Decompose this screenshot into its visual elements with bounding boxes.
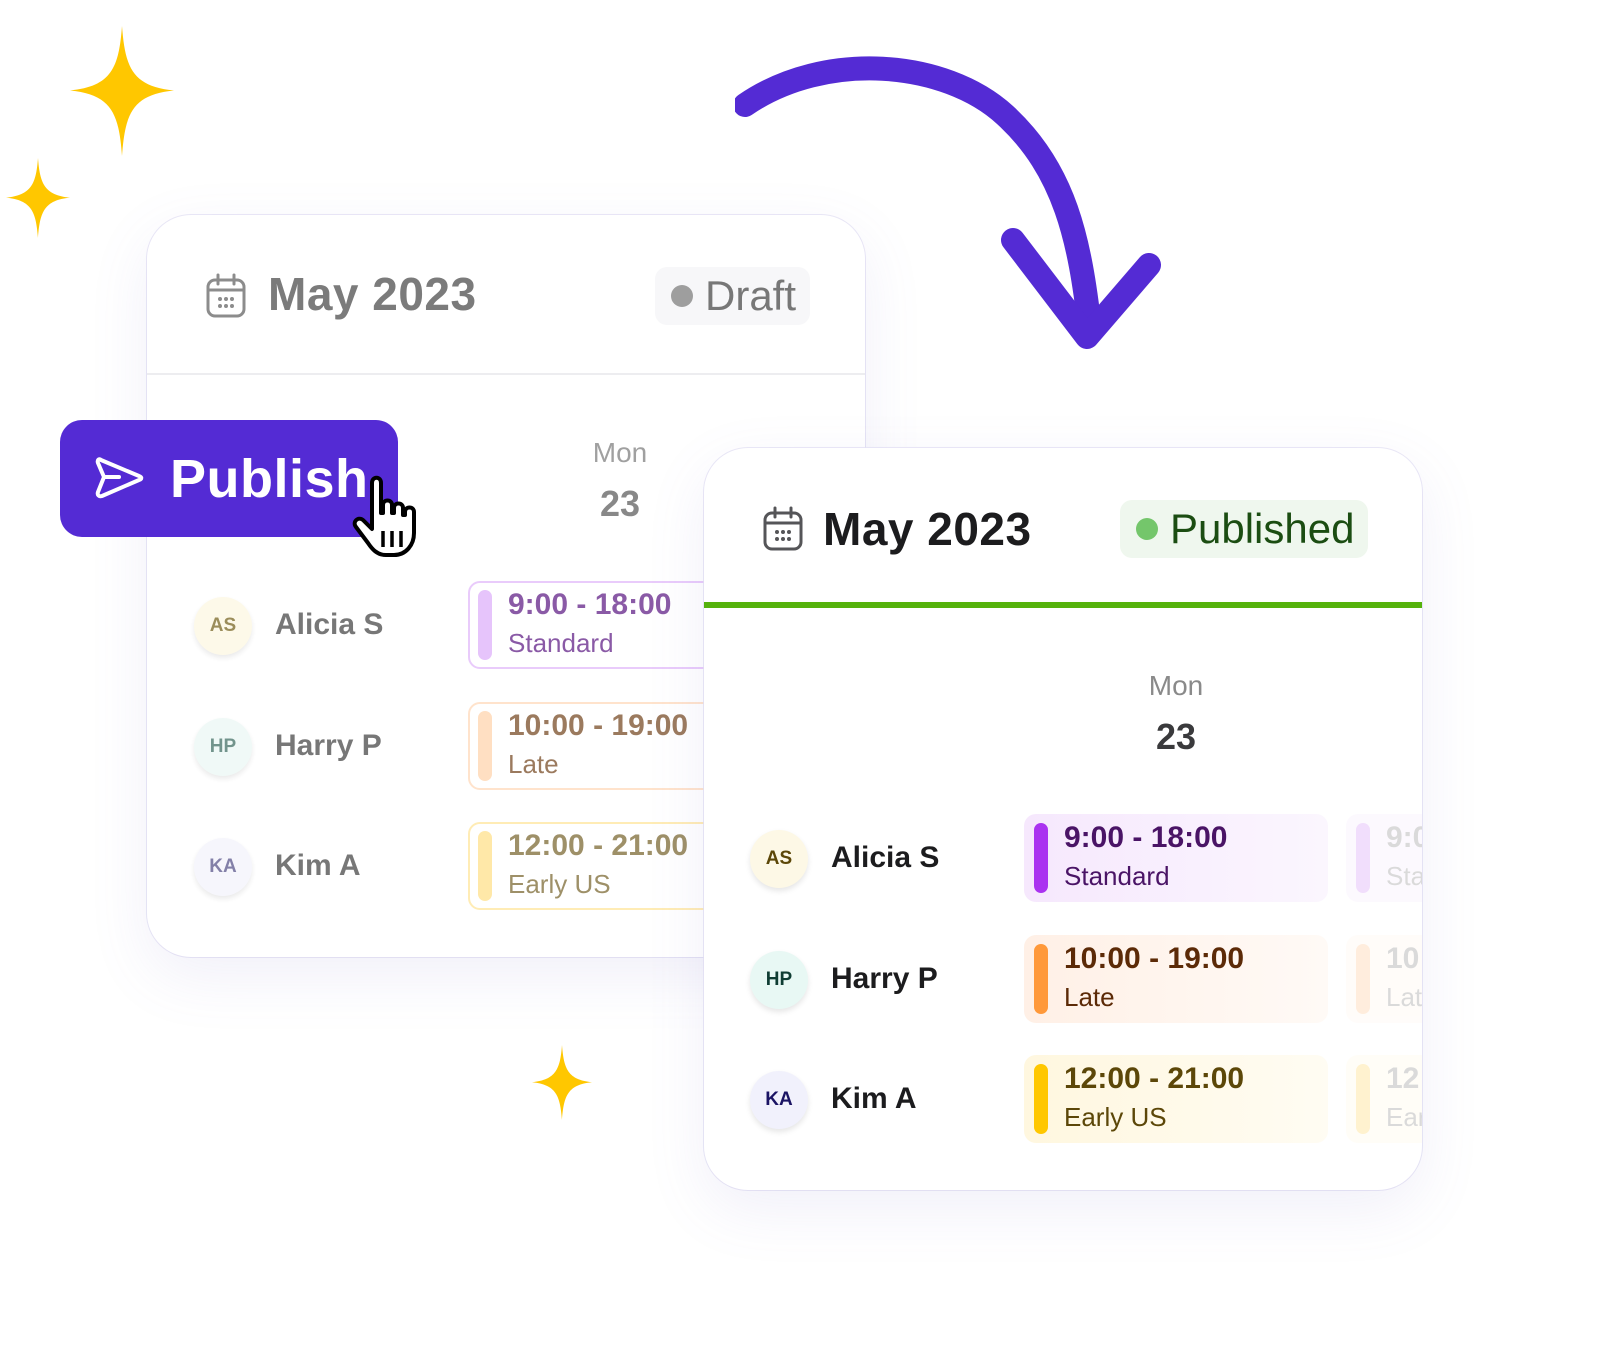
employee-row: AS Alicia S 9:00 - 18:00 Standard 9:0 St… bbox=[704, 814, 1422, 904]
employee-row: KA Kim A 12:00 - 21:00 Early US 12: Ear bbox=[704, 1055, 1422, 1145]
status-badge: Draft bbox=[655, 267, 811, 325]
card-header: May 2023 Published bbox=[704, 448, 1422, 608]
avatar: HP bbox=[194, 718, 252, 776]
shift-type: Standard bbox=[1064, 861, 1170, 891]
published-accent-line bbox=[704, 602, 1422, 608]
avatar: AS bbox=[750, 830, 808, 888]
status-label: Draft bbox=[705, 272, 797, 319]
employee-row: HP Harry P 10:00 - 19:00 Late 10 Lat bbox=[704, 935, 1422, 1025]
employee-name: Harry P bbox=[831, 962, 938, 995]
status-dot bbox=[671, 285, 693, 307]
shift-block[interactable]: 9:00 - 18:00 Standard bbox=[1024, 814, 1328, 902]
shift-color-bar bbox=[478, 711, 492, 781]
status-label: Published bbox=[1170, 505, 1355, 552]
employee-name: Kim A bbox=[831, 1082, 917, 1115]
employee-name: Kim A bbox=[275, 849, 361, 882]
shift-type: Sta bbox=[1386, 861, 1422, 891]
month-title: May 2023 bbox=[268, 268, 477, 320]
shift-type: Late bbox=[1064, 982, 1115, 1012]
day-number: 23 bbox=[599, 483, 641, 524]
day-column-header: Mon 23 bbox=[1096, 670, 1256, 758]
shift-block-next-day[interactable]: 12: Ear bbox=[1346, 1055, 1422, 1143]
shift-color-bar bbox=[1034, 823, 1048, 893]
employee-name: Alicia S bbox=[275, 608, 384, 641]
status-badge: Published bbox=[1120, 500, 1369, 558]
calendar-icon bbox=[205, 273, 247, 319]
shift-color-bar bbox=[478, 831, 492, 901]
shift-time: 9:00 - 18:00 bbox=[1064, 821, 1228, 854]
shift-color-bar bbox=[1034, 1064, 1048, 1134]
day-number: 23 bbox=[1155, 716, 1197, 757]
shift-time: 10 bbox=[1386, 942, 1420, 975]
shift-color-bar bbox=[1034, 944, 1048, 1014]
shift-type: Lat bbox=[1386, 982, 1422, 1012]
shift-color-bar bbox=[1356, 1064, 1370, 1134]
shift-color-bar bbox=[1356, 823, 1370, 893]
shift-time: 12: bbox=[1386, 1062, 1422, 1095]
sparkle-small-icon bbox=[6, 158, 70, 238]
shift-type: Early US bbox=[508, 869, 611, 899]
shift-type: Standard bbox=[508, 628, 614, 658]
shift-time: 9:0 bbox=[1386, 821, 1422, 854]
sparkle-bottom-icon bbox=[532, 1045, 592, 1120]
avatar: KA bbox=[194, 838, 252, 896]
day-column-header: Mon 23 bbox=[540, 437, 700, 525]
sparkle-large-icon bbox=[70, 26, 174, 156]
hand-cursor-icon bbox=[350, 473, 432, 561]
day-of-week: Mon bbox=[1148, 670, 1204, 701]
avatar: HP bbox=[750, 951, 808, 1009]
shift-type: Early US bbox=[1064, 1102, 1167, 1132]
shift-type: Ear bbox=[1386, 1102, 1422, 1132]
shift-block[interactable]: 10:00 - 19:00 Late bbox=[1024, 935, 1328, 1023]
month-title: May 2023 bbox=[823, 503, 1032, 555]
avatar: KA bbox=[750, 1071, 808, 1129]
shift-block[interactable]: 12:00 - 21:00 Early US bbox=[1024, 1055, 1328, 1143]
employee-name: Alicia S bbox=[831, 841, 940, 874]
avatar: AS bbox=[194, 597, 252, 655]
send-icon bbox=[93, 452, 145, 504]
header-divider bbox=[147, 373, 865, 375]
card-header: May 2023 Draft bbox=[147, 215, 865, 375]
published-schedule-card: May 2023 Published Mon 23 AS Alicia S 9:… bbox=[704, 448, 1422, 1190]
shift-time: 10:00 - 19:00 bbox=[1064, 942, 1245, 975]
shift-color-bar bbox=[1356, 944, 1370, 1014]
shift-block-next-day[interactable]: 9:0 Sta bbox=[1346, 814, 1422, 902]
shift-color-bar bbox=[478, 590, 492, 660]
calendar-icon bbox=[762, 506, 804, 552]
day-of-week: Mon bbox=[592, 437, 648, 468]
publish-label: Publish bbox=[170, 449, 369, 509]
shift-time: 10:00 - 19:00 bbox=[508, 709, 689, 742]
shift-time: 12:00 - 21:00 bbox=[1064, 1062, 1245, 1095]
employee-name: Harry P bbox=[275, 729, 382, 762]
shift-type: Late bbox=[508, 749, 559, 779]
publish-button[interactable]: Publish bbox=[60, 420, 398, 537]
shift-block-next-day[interactable]: 10 Lat bbox=[1346, 935, 1422, 1023]
shift-time: 12:00 - 21:00 bbox=[508, 829, 689, 862]
status-dot bbox=[1136, 518, 1158, 540]
shift-time: 9:00 - 18:00 bbox=[508, 588, 672, 621]
